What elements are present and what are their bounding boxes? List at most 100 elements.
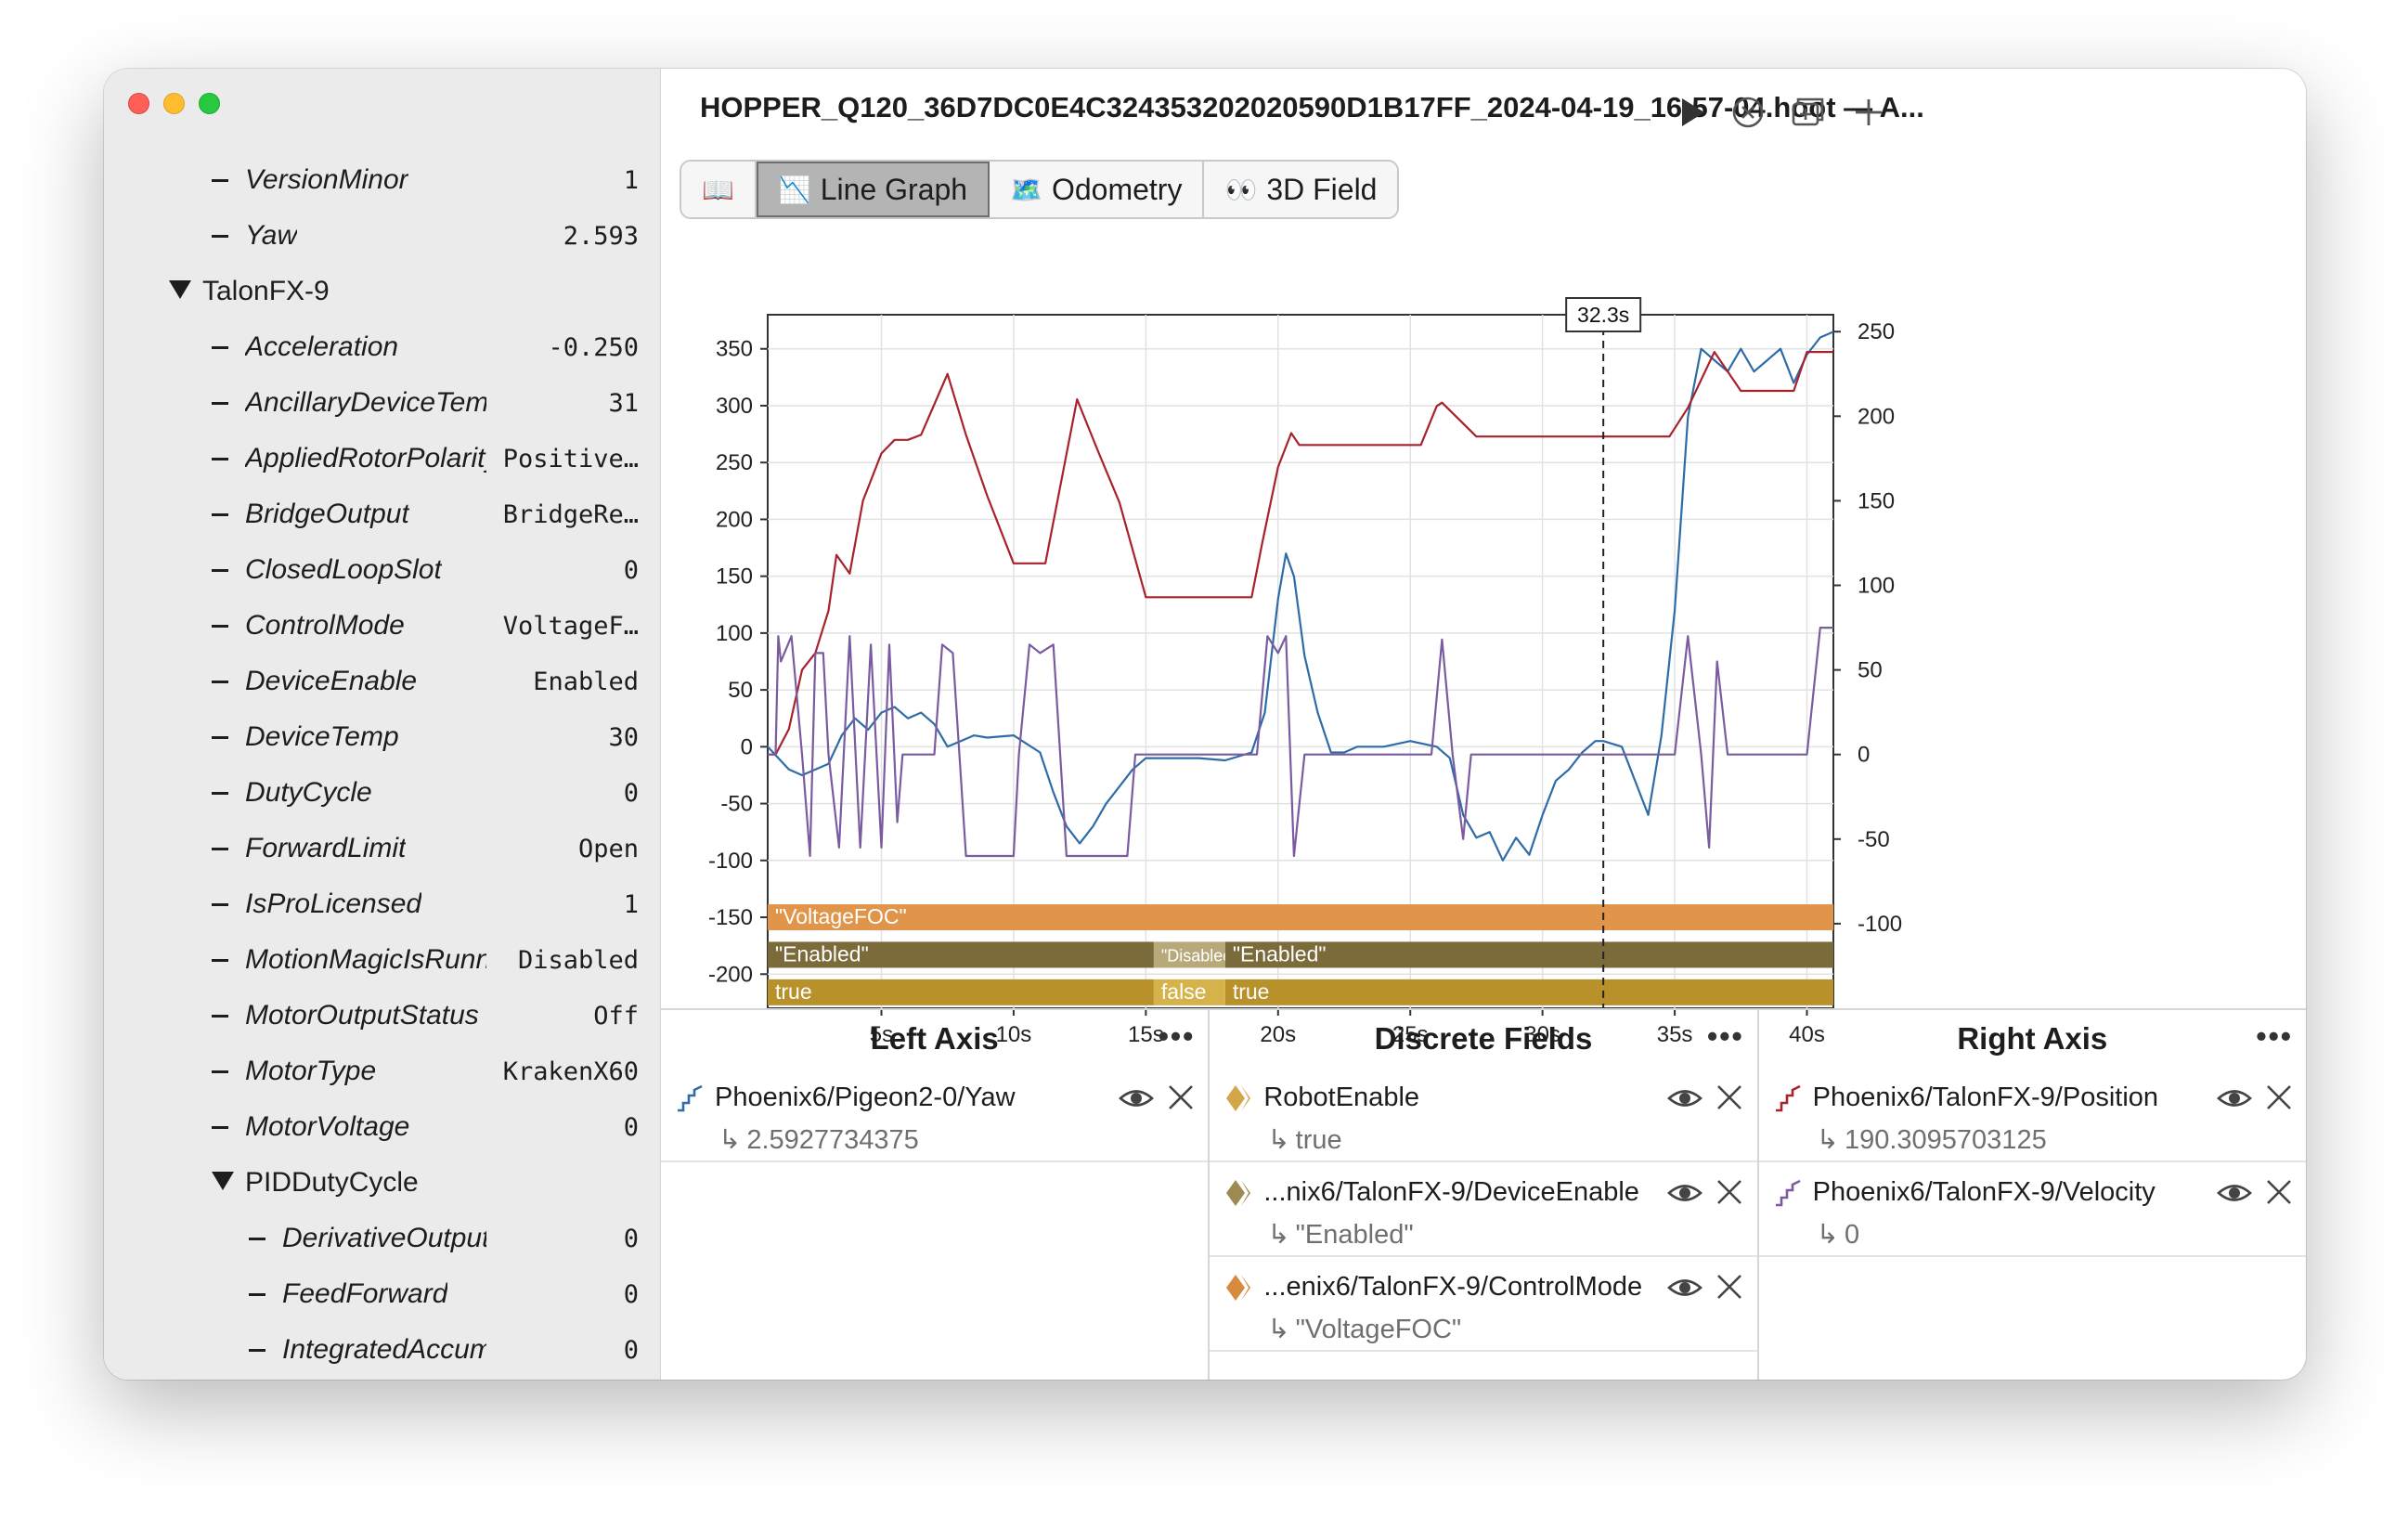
tree-row-value: VoltageF… xyxy=(502,611,639,641)
right-tick-label: 0 xyxy=(1858,743,1870,768)
tree-row[interactable]: BridgeOutput BridgeRe… xyxy=(104,486,661,542)
discrete-series-icon xyxy=(1226,1180,1251,1206)
tree-row-value: 0 xyxy=(623,1112,639,1142)
field-row[interactable]: Phoenix6/TalonFX-9/Position ↳ 190.30957031… xyxy=(1758,1068,2306,1162)
line-graph-icon: 📉 xyxy=(778,175,811,204)
tree-row-label: Acceleration xyxy=(245,331,399,362)
tree-row-label: DerivativeOutput xyxy=(282,1223,486,1253)
tab-odometry[interactable]: 🗺️ Odometry xyxy=(990,162,1205,217)
tree-leaf-dash xyxy=(249,1238,265,1240)
tree-row-value: 0 xyxy=(623,1335,639,1365)
tree-row[interactable]: DutyCycle 0 xyxy=(104,765,661,821)
tree-row[interactable]: Acceleration -0.250 xyxy=(104,319,661,375)
tree-row-value: 0 xyxy=(623,778,639,808)
tree-row[interactable]: PIDDutyCycle xyxy=(104,1155,661,1211)
tree-row[interactable]: IntegratedAccum 0 xyxy=(104,1322,661,1378)
close-window-button[interactable] xyxy=(128,93,149,114)
tree-row[interactable]: ControlMode VoltageF… xyxy=(104,598,661,654)
eye-icon[interactable] xyxy=(1666,1083,1703,1114)
tree-row[interactable]: DeviceEnable Enabled xyxy=(104,654,661,709)
remove-field-icon[interactable] xyxy=(2262,1081,2296,1114)
eye-icon[interactable] xyxy=(2216,1177,2253,1209)
tree-row[interactable]: MotionMagicIsRunning Disabled xyxy=(104,932,661,988)
close-tab-icon[interactable] xyxy=(1728,93,1767,132)
more-options-icon[interactable]: ••• xyxy=(1707,1019,1744,1054)
field-value: ↳ true xyxy=(1267,1123,1341,1156)
tree-row[interactable]: MotorOutputStatus Off xyxy=(104,988,661,1044)
field-row[interactable]: Phoenix6/Pigeon2-0/Yaw ↳ 2.5927734375 xyxy=(661,1068,1209,1162)
more-options-icon[interactable]: ••• xyxy=(1159,1019,1196,1054)
tree-row[interactable]: AncillaryDeviceTemp 31 xyxy=(104,375,661,431)
field-value: ↳ 0 xyxy=(1817,1218,1859,1251)
field-row[interactable]: ...enix6/TalonFX-9/ControlMode ↳ "VoltageF… xyxy=(1210,1257,1757,1352)
tree-row-value: 0 xyxy=(623,1224,639,1253)
tree-row-label: MotionMagicIsRunning xyxy=(245,944,486,975)
remove-field-icon[interactable] xyxy=(1713,1270,1746,1303)
tree-row-value: 0 xyxy=(623,1279,639,1309)
add-tab-icon[interactable] xyxy=(1849,93,1888,132)
eye-icon[interactable] xyxy=(1666,1272,1703,1303)
field-value: ↳ 190.3095703125 xyxy=(1817,1123,2047,1156)
tree-row[interactable]: ClosedLoopSlot 0 xyxy=(104,542,661,598)
line-graph[interactable]: 5s 10s 15s 20s 25s 30s 35s 40s35030025020015010… xyxy=(661,227,2306,1062)
field-row[interactable]: ...nix6/TalonFX-9/DeviceEnable ↳ "Enabled" xyxy=(1210,1162,1757,1257)
tab-docs[interactable]: 📖 xyxy=(681,162,757,217)
field-name: ...enix6/TalonFX-9/ControlMode xyxy=(1263,1272,1643,1302)
tree-row-label: BridgeOutput xyxy=(245,499,409,529)
disclosure-triangle-icon[interactable] xyxy=(212,1172,234,1190)
field-name: Phoenix6/TalonFX-9/Velocity xyxy=(1812,1177,2156,1207)
tab-label: Odometry xyxy=(1051,172,1183,206)
tree-row-label: AncillaryDeviceTemp xyxy=(245,387,486,418)
more-options-icon[interactable]: ••• xyxy=(2256,1019,2293,1054)
left-axis-list: Phoenix6/Pigeon2-0/Yaw ↳ 2.5927734375 xyxy=(661,1068,1209,1162)
left-axis-title: Left Axis xyxy=(870,1021,999,1056)
eye-icon[interactable] xyxy=(2216,1083,2253,1114)
return-arrow-icon: ↳ xyxy=(1816,1125,1839,1155)
field-value-text: 0 xyxy=(1844,1220,1860,1250)
left-tick-label: -50 xyxy=(720,792,753,817)
left-tick-label: -200 xyxy=(708,962,753,987)
tree-row-label: DeviceEnable xyxy=(245,666,418,696)
discrete-segment-label: true xyxy=(775,979,812,1004)
app-window: VersionMinor 1 Yaw 2.593 TalonFX-9 Accelerati… xyxy=(104,69,2306,1380)
tab-3d-field[interactable]: 👀 3D Field xyxy=(1204,162,1398,217)
popout-window-icon[interactable] xyxy=(1788,93,1827,132)
minimize-window-button[interactable] xyxy=(163,93,185,114)
tree-row-label: ControlMode xyxy=(245,610,405,641)
tree-row[interactable]: Yaw 2.593 xyxy=(104,208,661,264)
zoom-window-button[interactable] xyxy=(199,93,220,114)
remove-field-icon[interactable] xyxy=(1164,1081,1198,1114)
discrete-segment-label: false xyxy=(1161,979,1207,1004)
left-tick-label: -100 xyxy=(708,849,753,874)
line-series-icon xyxy=(678,1084,703,1112)
remove-field-icon[interactable] xyxy=(1713,1081,1746,1114)
tree-row[interactable]: FeedForward 0 xyxy=(104,1266,661,1322)
tree-row[interactable]: ForwardLimit Open xyxy=(104,821,661,876)
remove-field-icon[interactable] xyxy=(2262,1175,2296,1209)
tree-row-label: ClosedLoopSlot xyxy=(245,554,442,585)
tree-row-label: PIDDutyCycle xyxy=(245,1167,419,1198)
tab-line-graph[interactable]: 📉 Line Graph xyxy=(756,162,990,217)
tree-leaf-dash xyxy=(212,402,228,405)
field-name: RobotEnable xyxy=(1263,1083,1420,1112)
odometry-icon: 🗺️ xyxy=(1010,175,1042,204)
field-row[interactable]: RobotEnable ↳ true xyxy=(1210,1068,1757,1162)
field-row[interactable]: Phoenix6/TalonFX-9/Velocity ↳ 0 xyxy=(1758,1162,2306,1257)
tree-row[interactable]: DerivativeOutput 0 xyxy=(104,1211,661,1266)
eye-icon[interactable] xyxy=(1118,1083,1155,1114)
tree-row[interactable]: MotorVoltage 0 xyxy=(104,1099,661,1155)
tree-row[interactable]: MotorType KrakenX60 xyxy=(104,1044,661,1099)
tree-row[interactable]: IsProLicensed 1 xyxy=(104,876,661,932)
remove-field-icon[interactable] xyxy=(1713,1175,1746,1209)
window-title: HOPPER_Q120_36D7DC0E4C324353202020590D1B… xyxy=(700,91,1924,123)
disclosure-triangle-icon[interactable] xyxy=(169,280,191,299)
play-icon[interactable] xyxy=(1673,93,1712,132)
return-arrow-icon: ↳ xyxy=(719,1125,742,1155)
left-tick-label: 100 xyxy=(716,621,753,646)
tree-row[interactable]: DeviceTemp 30 xyxy=(104,709,661,765)
tree-row[interactable]: TalonFX-9 xyxy=(104,264,661,319)
tree-row[interactable]: AppliedRotorPolarity Positive… xyxy=(104,431,661,486)
eye-icon[interactable] xyxy=(1666,1177,1703,1209)
left-tick-label: 300 xyxy=(716,394,753,419)
tree-row[interactable]: VersionMinor 1 xyxy=(104,152,661,208)
